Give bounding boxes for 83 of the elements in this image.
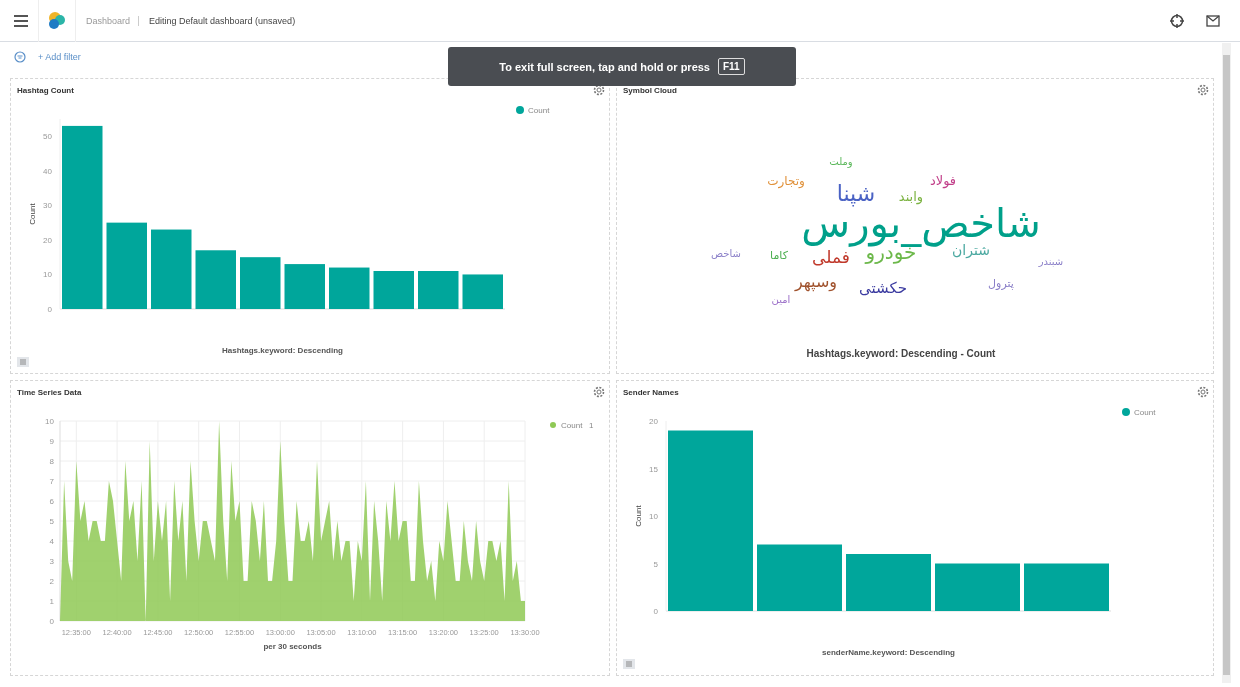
cloud-word[interactable]: فولاد xyxy=(929,173,957,188)
axis-tick-label: 10 xyxy=(43,270,52,280)
mail-icon[interactable] xyxy=(1206,14,1220,27)
bar[interactable] xyxy=(284,264,325,309)
legend-label: Count xyxy=(528,106,551,115)
bar[interactable] xyxy=(846,554,931,611)
key-hint: F11 xyxy=(718,58,745,75)
filter-icon[interactable] xyxy=(14,51,26,63)
axis-tick-label: 40 xyxy=(43,166,52,176)
axis-tick-label: 0 xyxy=(653,607,658,616)
legend-label: Count xyxy=(561,421,584,430)
add-filter-link[interactable]: + Add filter xyxy=(38,52,81,62)
menu-icon[interactable] xyxy=(14,14,28,27)
axis-tick-label: 6 xyxy=(49,497,54,506)
cloud-word[interactable]: امین xyxy=(771,294,791,305)
axis-tick-label: 20 xyxy=(43,235,52,245)
axis-tick-label: 8 xyxy=(49,457,54,466)
axis-tick-label: 15 xyxy=(649,464,658,474)
cloud-word[interactable]: وتجارت xyxy=(767,174,805,188)
axis-tick-label: 5 xyxy=(653,559,658,569)
axis-tick-label: 5 xyxy=(49,517,54,526)
cloud-word[interactable]: وابند xyxy=(898,189,924,204)
axis-tick-label: 2 xyxy=(49,577,54,586)
axis-tick-label: 0 xyxy=(49,617,54,626)
axis-tick-label: 10 xyxy=(45,417,54,426)
breadcrumb-link[interactable]: Dashboard xyxy=(86,15,140,26)
legend-item[interactable]: Count xyxy=(516,106,550,115)
cloud-word[interactable]: فملی xyxy=(812,247,850,267)
bar[interactable] xyxy=(462,274,503,309)
bar[interactable] xyxy=(195,250,236,309)
axis-tick-label: 50 xyxy=(43,132,52,142)
axis-tick-label: 7 xyxy=(49,477,54,486)
bar[interactable] xyxy=(329,267,370,309)
settings-icon[interactable] xyxy=(593,386,605,398)
target-icon[interactable] xyxy=(1170,13,1184,28)
settings-icon[interactable] xyxy=(1197,386,1209,398)
cloud-word[interactable]: وملت xyxy=(829,156,853,167)
axis-title: per 30 seconds xyxy=(263,642,322,651)
bar[interactable] xyxy=(1024,563,1109,611)
scrollbar[interactable] xyxy=(1222,43,1231,683)
bar[interactable] xyxy=(757,544,842,611)
axis-title: Hashtags.keyword: Descending xyxy=(222,346,343,355)
bar[interactable] xyxy=(668,430,753,611)
cloud-word[interactable]: پترول xyxy=(988,277,1014,290)
list-toggle-icon[interactable] xyxy=(17,357,29,367)
cloud-word[interactable]: شپنا xyxy=(836,181,876,206)
cloud-word[interactable]: وسپهر xyxy=(794,272,838,291)
panel-title: Symbol Cloud xyxy=(623,85,677,95)
panel-title: Sender Names xyxy=(623,387,679,397)
axis-tick-label: 0 xyxy=(47,305,52,314)
panel-title: Time Series Data xyxy=(17,387,82,397)
logo-icon[interactable] xyxy=(47,10,67,31)
bar[interactable] xyxy=(240,257,281,309)
cloud-word[interactable]: حکشتی xyxy=(859,279,907,297)
bar[interactable] xyxy=(935,563,1020,611)
axis-tick-label: 30 xyxy=(43,201,52,211)
bar[interactable] xyxy=(151,229,192,309)
cloud-word[interactable]: شبندر xyxy=(1038,256,1064,267)
chart-caption: Hashtags.keyword: Descending - Count xyxy=(806,348,996,359)
axis-title: Count xyxy=(634,505,643,527)
axis-tick-label: 1 xyxy=(49,597,54,606)
axis-tick-label: 9 xyxy=(49,437,54,446)
legend-item[interactable]: Count xyxy=(1122,408,1156,417)
legend-label: Count xyxy=(1134,408,1157,417)
page-title: Editing Default dashboard (unsaved) xyxy=(149,15,296,26)
settings-icon[interactable] xyxy=(1197,84,1209,96)
bar[interactable] xyxy=(373,271,414,309)
panel-title: Hashtag Count xyxy=(17,85,74,95)
cloud-word[interactable]: کاما xyxy=(770,249,788,262)
axis-title: senderName.keyword: Descending xyxy=(822,648,955,657)
toast-message: To exit full screen, tap and hold or press xyxy=(499,60,710,73)
list-toggle-icon[interactable] xyxy=(623,659,635,669)
axis-tick-label: 3 xyxy=(49,557,54,566)
cloud-word[interactable]: شاخص xyxy=(711,248,741,259)
axis-tick-label: 20 xyxy=(649,417,658,426)
bar[interactable] xyxy=(418,271,459,309)
axis-title: Count xyxy=(28,203,37,225)
axis-tick-label: 10 xyxy=(649,512,658,521)
bar[interactable] xyxy=(106,222,147,309)
legend-item[interactable]: Count 1 xyxy=(550,421,594,430)
axis-tick-label: 4 xyxy=(49,537,54,546)
settings-icon[interactable] xyxy=(593,84,605,96)
bar[interactable] xyxy=(62,125,103,309)
